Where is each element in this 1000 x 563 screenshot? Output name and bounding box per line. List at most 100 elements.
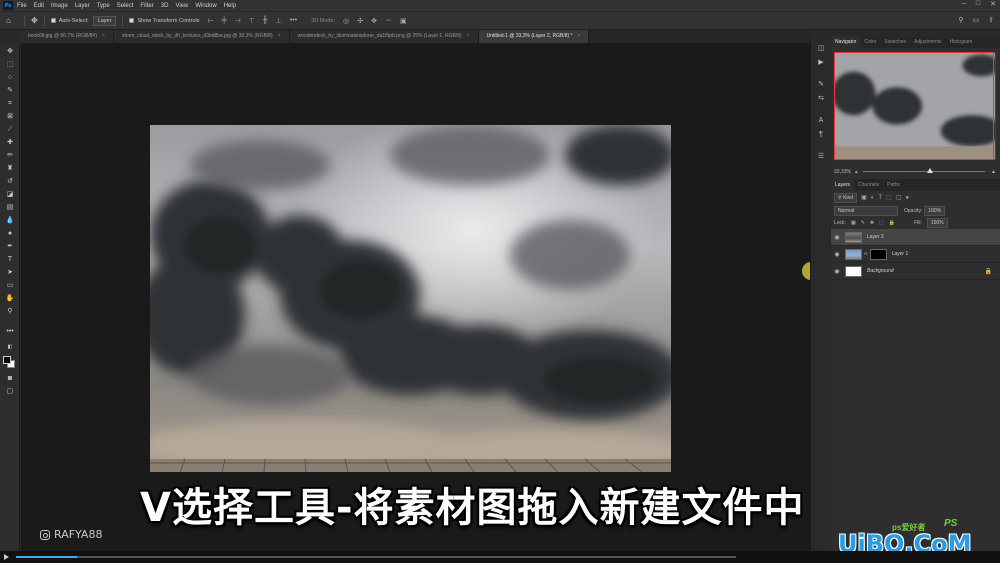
lock-artboard-icon[interactable]: ⬚ bbox=[879, 220, 884, 226]
brush-tool-icon[interactable]: ✏ bbox=[5, 151, 15, 160]
close-tab-icon[interactable]: × bbox=[467, 33, 470, 39]
zoom-out-icon[interactable]: ▴ bbox=[855, 169, 858, 175]
character-panel-icon[interactable]: A bbox=[816, 116, 826, 125]
blur-tool-icon[interactable]: 💧 bbox=[5, 216, 15, 225]
align-bottom-icon[interactable]: ⊥ bbox=[276, 17, 282, 25]
hand-tool-icon[interactable]: ✋ bbox=[5, 294, 15, 303]
menu-view[interactable]: View bbox=[175, 3, 188, 9]
tab-channels[interactable]: Channels bbox=[854, 179, 883, 191]
roll-icon[interactable]: ✣ bbox=[357, 17, 363, 25]
align-left-icon[interactable]: ⊢ bbox=[208, 17, 214, 25]
zoom-in-icon[interactable]: ▲ bbox=[991, 169, 996, 175]
menu-layer[interactable]: Layer bbox=[75, 3, 90, 9]
menu-3d[interactable]: 3D bbox=[161, 3, 169, 9]
path-select-icon[interactable]: ➤ bbox=[5, 268, 15, 277]
menu-edit[interactable]: Edit bbox=[34, 3, 44, 9]
navigator-view-box[interactable] bbox=[834, 52, 994, 160]
align-top-icon[interactable]: ⊤ bbox=[249, 17, 255, 25]
search-icon[interactable]: ⚲ bbox=[958, 16, 963, 24]
tab-woodendeck[interactable]: woodendeck_by_illuminatiexplorer_da1f9pb… bbox=[289, 30, 479, 43]
tab-navigator[interactable]: Navigator bbox=[831, 36, 861, 48]
history-brush-icon[interactable]: ↺ bbox=[5, 177, 15, 186]
dodge-tool-icon[interactable]: ● bbox=[5, 229, 15, 238]
menu-image[interactable]: Image bbox=[51, 3, 68, 9]
shape-tool-icon[interactable]: ▭ bbox=[5, 281, 15, 290]
auto-select-checkbox[interactable]: Auto-Select: bbox=[50, 18, 89, 24]
quick-select-tool-icon[interactable]: ✎ bbox=[5, 86, 15, 95]
zoom-slider[interactable] bbox=[863, 168, 986, 173]
tab-swatches[interactable]: Swatches bbox=[880, 36, 910, 48]
more-options-icon[interactable]: ••• bbox=[290, 17, 297, 25]
tab-color[interactable]: Color bbox=[860, 36, 880, 48]
clone-stamp-icon[interactable]: ♜ bbox=[5, 164, 15, 173]
camera-icon[interactable]: ▣ bbox=[400, 17, 407, 25]
minimize-icon[interactable]: – bbox=[962, 0, 966, 8]
menu-help[interactable]: Help bbox=[224, 3, 236, 9]
align-middle-icon[interactable]: ╫ bbox=[263, 17, 268, 25]
foreground-color-swatch[interactable] bbox=[3, 356, 11, 364]
menu-type[interactable]: Type bbox=[97, 3, 110, 9]
healing-brush-icon[interactable]: ✚ bbox=[5, 138, 15, 147]
brush-settings-icon[interactable]: ✎ bbox=[816, 80, 826, 89]
zoom-tool-icon[interactable]: ⚲ bbox=[5, 307, 15, 316]
layer-row-layer-1[interactable]: ◉ ∞ Layer 1 bbox=[831, 246, 1000, 263]
play-icon[interactable] bbox=[4, 554, 9, 560]
filter-adjustment-icon[interactable]: ◐ bbox=[871, 195, 875, 201]
opacity-input[interactable]: 100% bbox=[924, 205, 946, 216]
zoom-slider-handle[interactable] bbox=[927, 168, 934, 173]
crop-tool-icon[interactable]: ⌗ bbox=[5, 99, 15, 108]
quick-mask-icon[interactable]: ◙ bbox=[5, 374, 15, 383]
tab-paths[interactable]: Paths bbox=[883, 179, 904, 191]
menu-select[interactable]: Select bbox=[117, 3, 134, 9]
filter-shape-icon[interactable]: ⬚ bbox=[886, 194, 892, 201]
visibility-eye-icon[interactable]: ◉ bbox=[831, 234, 843, 241]
properties-panel-icon[interactable]: ☰ bbox=[816, 152, 826, 161]
layer-name[interactable]: Layer 1 bbox=[892, 251, 909, 257]
type-tool-icon[interactable]: T bbox=[5, 255, 15, 264]
workspace-icon[interactable]: ▭ bbox=[973, 16, 980, 24]
default-colors-icon[interactable]: ◧ bbox=[5, 343, 15, 352]
tool-presets-icon[interactable]: ⇆ bbox=[816, 94, 826, 103]
move-tool-icon[interactable]: ✥ bbox=[31, 16, 38, 25]
layer-name[interactable]: Background bbox=[867, 268, 894, 274]
lasso-tool-icon[interactable]: ○ bbox=[5, 73, 15, 82]
align-right-icon[interactable]: ⊣ bbox=[235, 17, 241, 25]
visibility-eye-icon[interactable]: ◉ bbox=[831, 268, 843, 275]
visibility-eye-icon[interactable]: ◉ bbox=[831, 251, 843, 258]
pen-tool-icon[interactable]: ✒ bbox=[5, 242, 15, 251]
slide-icon[interactable]: ⇔ bbox=[385, 17, 392, 25]
document-canvas[interactable] bbox=[150, 125, 671, 472]
tab-book08[interactable]: book08.jpg @ 66,7% (RGB/8#) × bbox=[20, 30, 114, 43]
menu-filter[interactable]: Filter bbox=[140, 3, 153, 9]
tab-untitled-1[interactable]: Untitled-1 @ 33,3% (Layer 2, RGB/8) * × bbox=[478, 30, 590, 43]
auto-select-dropdown[interactable]: Layer bbox=[92, 15, 117, 26]
layer-name[interactable]: Layer 2 bbox=[867, 234, 884, 240]
orbit-icon[interactable]: ◎ bbox=[343, 17, 349, 25]
layer-row-background[interactable]: ◉ Background 🔒 bbox=[831, 263, 1000, 280]
zoom-value[interactable]: 33,33% bbox=[834, 169, 851, 175]
layer-mask-thumbnail[interactable] bbox=[869, 248, 887, 260]
actions-panel-icon[interactable]: ▶ bbox=[816, 58, 826, 67]
pan-icon[interactable]: ✥ bbox=[371, 17, 377, 25]
eyedropper-tool-icon[interactable]: ⟋ bbox=[5, 125, 15, 134]
menu-file[interactable]: File bbox=[17, 3, 27, 9]
more-tools-icon[interactable]: ••• bbox=[5, 327, 15, 336]
lock-position-icon[interactable]: ✥ bbox=[870, 220, 874, 226]
filter-pixel-icon[interactable]: ▣ bbox=[861, 194, 867, 201]
transform-controls-checkbox[interactable]: Show Transform Controls bbox=[129, 18, 200, 24]
tab-layers[interactable]: Layers bbox=[831, 179, 855, 191]
filter-toggle-icon[interactable]: ● bbox=[905, 195, 909, 201]
close-icon[interactable]: ✕ bbox=[990, 0, 996, 8]
screen-mode-icon[interactable]: ▢ bbox=[5, 387, 15, 396]
blend-mode-dropdown[interactable]: Normal bbox=[834, 205, 898, 216]
align-center-icon[interactable]: ╪ bbox=[222, 17, 227, 25]
frame-tool-icon[interactable]: ⊠ bbox=[5, 112, 15, 121]
lock-paint-icon[interactable]: ✎ bbox=[861, 220, 865, 226]
eraser-tool-icon[interactable]: ◪ bbox=[5, 190, 15, 199]
marquee-tool-icon[interactable]: ⬚ bbox=[5, 60, 15, 69]
tab-storm-cloud[interactable]: storm_cloud_stock_by_dh_textures_d3bd8be… bbox=[113, 30, 290, 43]
filter-smart-object-icon[interactable]: ▢ bbox=[896, 194, 902, 201]
lock-pixels-icon[interactable]: ▦ bbox=[851, 220, 856, 226]
share-icon[interactable]: ⇪ bbox=[988, 16, 994, 24]
gradient-tool-icon[interactable]: ▤ bbox=[5, 203, 15, 212]
